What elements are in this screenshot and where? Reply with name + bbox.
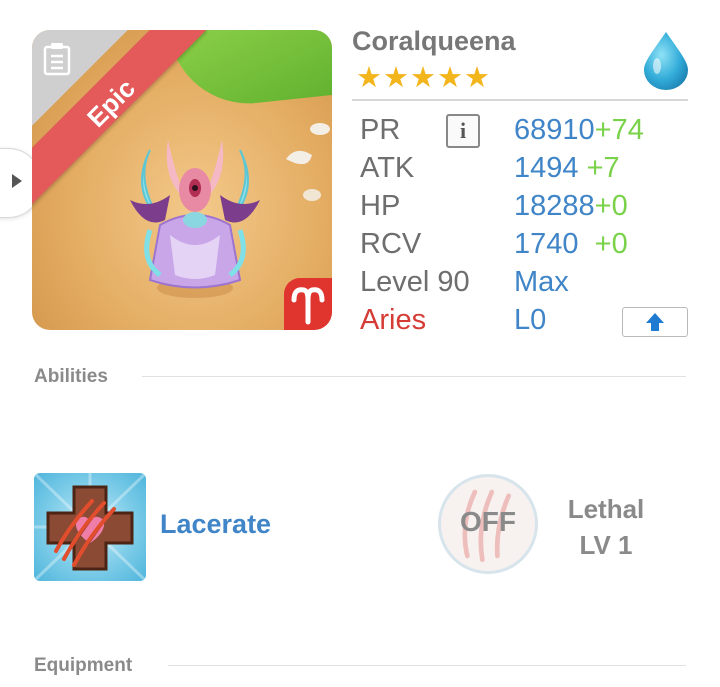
stat-value-atk: 1494 +7: [514, 152, 620, 185]
lacerate-skill-tile[interactable]: [34, 473, 146, 581]
rcv-bonus: +0: [594, 228, 628, 260]
equipment-section-title: Equipment: [34, 655, 133, 676]
monster-portrait: [130, 140, 260, 298]
monster-card[interactable]: Epic: [32, 30, 332, 330]
atk-value: 1494: [514, 152, 579, 184]
toggle-state-label: OFF: [460, 506, 516, 537]
pr-bonus: +74: [594, 114, 644, 146]
stat-value-rcv: 1740 +0: [514, 228, 628, 261]
stat-label-rcv: RCV: [360, 228, 422, 260]
upgrade-button[interactable]: [622, 307, 688, 337]
lacerate-icon: [34, 473, 146, 581]
atk-bonus: +7: [586, 152, 620, 184]
zodiac-badge[interactable]: [284, 278, 332, 330]
hp-bonus: +0: [594, 190, 628, 222]
rcv-value: 1740: [514, 228, 579, 260]
stat-label-level: Level 90: [360, 266, 470, 298]
stat-value-zodiac: L0: [514, 304, 547, 336]
hp-value: 18288: [514, 190, 595, 222]
aries-icon: [291, 287, 325, 325]
stat-value-pr: 68910+74: [514, 114, 644, 147]
up-arrow-icon: [646, 313, 664, 331]
abilities-section-title: Abilities: [34, 366, 108, 387]
stat-label-zodiac: Aries: [360, 304, 427, 336]
stat-label-atk: ATK: [360, 152, 415, 184]
header-divider: [352, 99, 688, 101]
active-skill-name[interactable]: Lacerate: [160, 509, 271, 540]
passive-skill-name: Lethal: [567, 494, 645, 524]
chevron-right-icon[interactable]: [12, 174, 22, 188]
note-icon[interactable]: [42, 42, 72, 76]
monster-name: Coralqueena: [352, 26, 516, 56]
pebbles-decoration: [286, 123, 330, 201]
info-button[interactable]: i: [446, 114, 480, 148]
stat-label-pr: PR: [360, 114, 401, 146]
stat-value-hp: 18288+0: [514, 190, 628, 223]
equipment-divider: [168, 665, 686, 666]
star-rating: ★★★★★: [356, 62, 491, 94]
pr-value: 68910: [514, 114, 595, 146]
stat-value-level: Max: [514, 266, 569, 298]
passive-skill-level: LV 1: [579, 530, 633, 560]
stat-label-hp: HP: [360, 190, 401, 222]
abilities-divider: [142, 376, 686, 377]
water-drop-icon: [644, 32, 688, 90]
